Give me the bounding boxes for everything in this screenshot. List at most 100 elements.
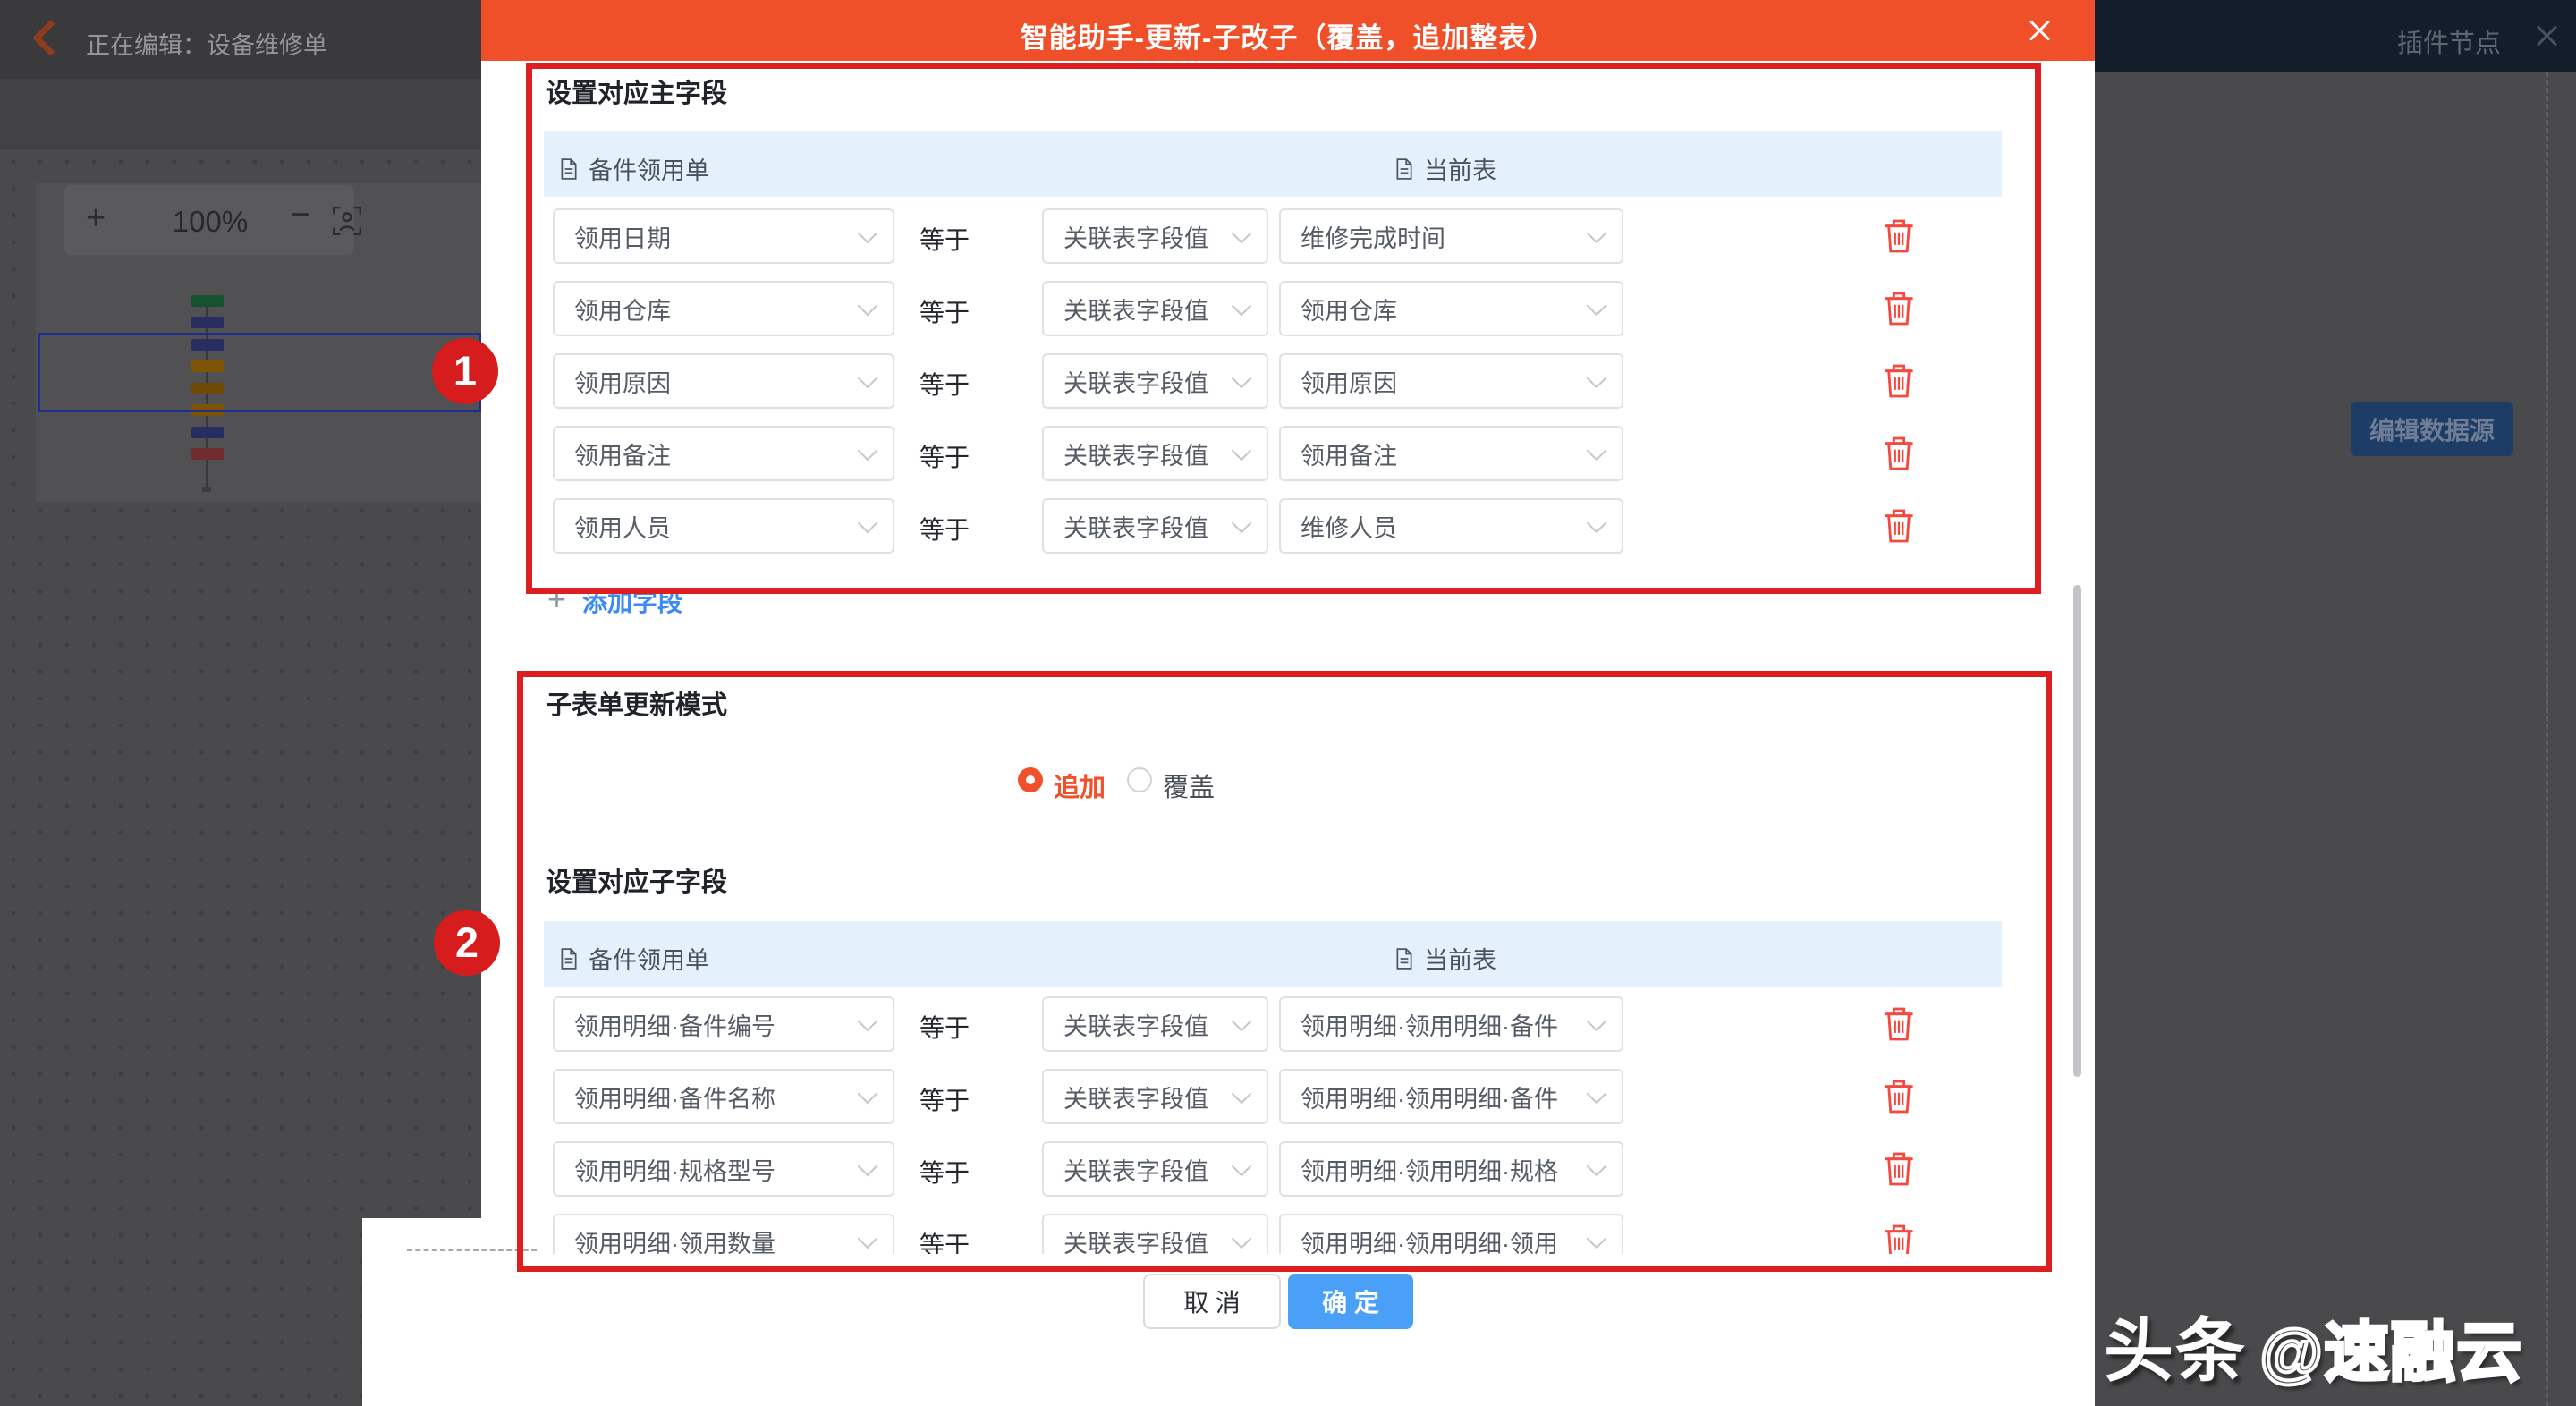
chevron-down-icon	[1587, 1012, 1607, 1032]
scrollbar-thumb[interactable]	[2073, 585, 2081, 1077]
source-field-select[interactable]: 领用原因	[553, 353, 894, 409]
target-field-select[interactable]: 维修人员	[1279, 498, 1623, 554]
back-arrow-icon[interactable]	[32, 20, 69, 56]
confirm-button[interactable]: 确 定	[1288, 1274, 1413, 1329]
source-field-value: 领用明细·规格型号	[555, 1152, 855, 1187]
source-field-select[interactable]: 领用明细·备件编号	[553, 996, 894, 1052]
editor-title: 正在编辑：设备维修单	[86, 26, 327, 61]
edit-datasource-button[interactable]: 编辑数据源	[2351, 402, 2513, 456]
field-mapping-row: 领用明细·规格型号 等于 关联表字段值 领用明细·领用明细·规格	[544, 1141, 2002, 1197]
cancel-button[interactable]: 取 消	[1143, 1274, 1281, 1329]
chevron-down-icon	[1232, 513, 1252, 534]
target-table-name: 当前表	[1424, 941, 1496, 976]
target-table-name: 当前表	[1424, 151, 1496, 186]
target-field-value: 领用明细·领用明细·领用	[1281, 1224, 1584, 1255]
close-icon[interactable]	[2533, 22, 2560, 49]
value-type-select[interactable]: 关联表字段值	[1042, 1214, 1268, 1254]
delete-row-button[interactable]	[1881, 435, 1917, 474]
flow-node[interactable]	[191, 427, 224, 438]
target-field-value: 领用备注	[1281, 436, 1584, 471]
target-field-select[interactable]: 领用备注	[1279, 426, 1623, 481]
source-field-select[interactable]: 领用仓库	[553, 281, 894, 336]
source-table-name: 备件领用单	[589, 151, 709, 186]
value-type-select[interactable]: 关联表字段值	[1042, 208, 1268, 264]
target-field-select[interactable]: 领用明细·领用明细·规格	[1279, 1141, 1623, 1197]
main-fields-heading: 设置对应主字段	[546, 72, 727, 110]
trash-icon	[1884, 1006, 1914, 1042]
target-field-select[interactable]: 领用明细·领用明细·备件	[1279, 1069, 1623, 1124]
delete-row-button[interactable]	[1881, 362, 1917, 402]
canvas-dashed-border	[2546, 72, 2548, 1406]
delete-row-button[interactable]	[1881, 1223, 1917, 1254]
close-icon[interactable]	[2026, 17, 2053, 44]
value-type-select[interactable]: 关联表字段值	[1042, 1141, 1268, 1197]
value-type-select[interactable]: 关联表字段值	[1042, 281, 1268, 336]
value-type-select[interactable]: 关联表字段值	[1042, 1069, 1268, 1124]
target-table-header: 当前表	[1395, 151, 1496, 186]
target-field-select[interactable]: 维修完成时间	[1279, 208, 1623, 264]
trash-icon	[1884, 363, 1914, 399]
annotation-step-1: 1	[432, 338, 498, 404]
chevron-down-icon	[858, 368, 878, 389]
source-table-header: 备件领用单	[560, 151, 709, 186]
delete-row-button[interactable]	[1881, 1078, 1917, 1117]
trash-icon	[1884, 436, 1914, 471]
flow-node[interactable]	[191, 295, 224, 307]
source-field-select[interactable]: 领用明细·领用数量	[553, 1214, 894, 1254]
source-field-value: 领用明细·备件名称	[555, 1080, 855, 1114]
source-field-select[interactable]: 领用备注	[553, 426, 894, 481]
source-field-select[interactable]: 领用日期	[553, 208, 894, 264]
chevron-down-icon	[858, 1084, 878, 1105]
annotation-step-2: 2	[434, 910, 500, 976]
source-field-select[interactable]: 领用人员	[553, 498, 894, 554]
chevron-down-icon	[858, 296, 878, 317]
field-mapping-row: 领用明细·备件名称 等于 关联表字段值 领用明细·领用明细·备件	[544, 1069, 2002, 1124]
watermark-handle: @速融云	[2259, 1317, 2522, 1389]
target-field-select[interactable]: 领用仓库	[1279, 281, 1623, 336]
watermark-brand: 头条	[2104, 1311, 2247, 1390]
flow-node[interactable]	[191, 448, 224, 460]
source-field-select[interactable]: 领用明细·备件名称	[553, 1069, 894, 1124]
value-type-select[interactable]: 关联表字段值	[1042, 996, 1268, 1052]
fit-view-icon[interactable]	[333, 207, 361, 235]
zoom-out-button[interactable]: −	[290, 197, 310, 233]
delete-row-button[interactable]	[1881, 290, 1917, 329]
value-type-value: 关联表字段值	[1044, 219, 1229, 254]
operator-label: 等于	[919, 366, 1000, 402]
target-field-select[interactable]: 领用明细·领用明细·领用	[1279, 1214, 1623, 1254]
delete-row-button[interactable]	[1881, 217, 1917, 257]
modal-header: 智能助手-更新-子改子（覆盖，追加整表）	[481, 0, 2095, 61]
radio-overwrite-label[interactable]: 覆盖	[1163, 767, 1215, 804]
source-field-value: 领用日期	[555, 219, 855, 254]
add-field-link[interactable]: + 添加字段	[547, 583, 682, 619]
source-field-value: 领用明细·领用数量	[555, 1224, 855, 1255]
value-type-select[interactable]: 关联表字段值	[1042, 498, 1268, 554]
radio-overwrite[interactable]	[1127, 767, 1152, 792]
chevron-down-icon	[1232, 1084, 1252, 1105]
target-table-header: 当前表	[1395, 941, 1496, 976]
value-type-select[interactable]: 关联表字段值	[1042, 353, 1268, 409]
delete-row-button[interactable]	[1881, 1150, 1917, 1190]
chevron-down-icon	[1232, 296, 1252, 317]
source-field-select[interactable]: 领用明细·规格型号	[553, 1141, 894, 1197]
delete-row-button[interactable]	[1881, 507, 1917, 546]
radio-append-label[interactable]: 追加	[1054, 767, 1106, 804]
zoom-level: 100%	[143, 205, 277, 239]
chevron-down-icon	[1587, 368, 1607, 389]
value-type-select[interactable]: 关联表字段值	[1042, 426, 1268, 481]
zoom-in-button[interactable]: +	[86, 200, 106, 236]
flow-node[interactable]	[191, 317, 224, 328]
zoom-control: + 100% −	[64, 185, 354, 255]
trash-icon	[1884, 218, 1914, 254]
drawer-title: 插件节点	[2397, 22, 2501, 60]
document-icon	[1395, 948, 1413, 970]
radio-append[interactable]	[1018, 767, 1043, 792]
target-field-select[interactable]: 领用原因	[1279, 353, 1623, 409]
source-table-header: 备件领用单	[560, 941, 709, 976]
sub-fields-heading: 设置对应子字段	[546, 861, 727, 899]
dashed-separator	[407, 1249, 537, 1251]
operator-label: 等于	[919, 438, 1000, 474]
delete-row-button[interactable]	[1881, 1005, 1917, 1045]
target-field-select[interactable]: 领用明细·领用明细·备件	[1279, 996, 1623, 1052]
document-icon	[560, 158, 578, 180]
